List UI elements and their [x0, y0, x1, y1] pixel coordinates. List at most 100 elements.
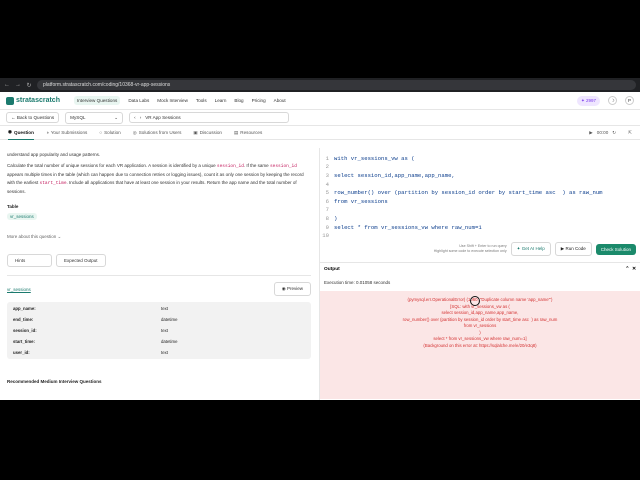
nav-interview-questions[interactable]: Interview Questions [73, 96, 121, 105]
hint-buttons: Hints Expected Output [7, 254, 311, 267]
tab-label: Resources [240, 130, 263, 135]
tab-solution[interactable]: ○ Solution [99, 126, 120, 140]
code-line: 7 [320, 206, 640, 215]
tab-label: Solution [104, 130, 121, 135]
nav-tools[interactable]: Tools [196, 98, 207, 103]
hints-button[interactable]: Hints [7, 254, 52, 267]
line-text: with vr_sessions_vw as ( [334, 154, 415, 162]
url-text: platform.stratascratch.com/coding/10368-… [43, 82, 171, 88]
points-value: 2997 [585, 97, 596, 103]
table-heading: Table [7, 204, 19, 209]
table-tag[interactable]: vr_sessions [7, 213, 37, 220]
back-to-questions-button[interactable]: ← Back to Questions [6, 112, 60, 123]
logo[interactable]: stratascratch [6, 96, 60, 105]
question-toolbar: ← Back to Questions MySQL ⌄ ‹ › VR App Sess… [0, 110, 640, 126]
code-line: 9 select * from vr_sessions_vw where raw_… [320, 223, 640, 232]
column-type: text [161, 328, 168, 333]
timer: ▶ 00:00 ↻ [589, 130, 616, 136]
line-text: select * from vr_sessions_vw where raw_n… [334, 223, 482, 231]
solution-icon: ○ [99, 130, 103, 135]
reset-icon[interactable]: ↻ [612, 130, 616, 136]
column-type: text [161, 306, 168, 311]
table-name-link[interactable]: vr_sessions [7, 287, 31, 292]
chevron-down-icon: ⌄ [114, 114, 119, 120]
chevron-left-icon[interactable]: ‹ [134, 115, 136, 120]
avatar[interactable]: P [625, 96, 634, 105]
code-editor[interactable]: 1 with vr_sessions_vw as ( 2 3 select sess… [320, 148, 640, 240]
mouse-cursor-highlight [470, 296, 480, 306]
close-icon[interactable]: ✕ [632, 267, 636, 272]
forward-arrow-icon[interactable]: → [15, 82, 21, 88]
play-icon: ▶ [560, 246, 565, 251]
check-solution-button[interactable]: Check Solution [595, 243, 636, 255]
column-name: start_time: [13, 339, 35, 344]
tab-solutions-from-users[interactable]: ◎ Solutions from Users [133, 126, 182, 140]
hint-line: Highlight some code to execute selection… [433, 249, 507, 253]
expected-output-button[interactable]: Expected Output [56, 254, 106, 267]
top-nav: stratascratch Interview Questions Data L… [0, 92, 640, 110]
column-type: text [161, 350, 168, 355]
nav-pricing[interactable]: Pricing [252, 98, 266, 103]
chevron-right-icon[interactable]: › [140, 115, 142, 120]
tab-discussion[interactable]: ▣ Discussion [193, 126, 222, 140]
line-text: row_number() over (partition by session_… [334, 189, 603, 197]
back-arrow-icon[interactable]: ← [4, 82, 10, 88]
tab-label: Solutions from Users [138, 130, 182, 135]
line-number: 3 [325, 171, 329, 179]
run-hint: Use Shift + Enter to run query Highlight … [434, 244, 507, 254]
more-about-question[interactable]: More about this question ⌄ [7, 234, 311, 240]
chevron-up-icon[interactable]: ⌃ [625, 267, 629, 272]
table-row: start_time: datetime [7, 336, 311, 347]
column-type: datetime [161, 339, 178, 344]
code-line: 3 select session_id,app_name,app_name, [320, 171, 640, 180]
code-line: 10 [320, 231, 640, 240]
expand-icon[interactable]: ⇱ [628, 130, 632, 136]
nav-data-labs[interactable]: Data Labs [128, 98, 149, 103]
code-line: 4 [320, 180, 640, 189]
address-bar[interactable]: platform.stratascratch.com/coding/10368-… [37, 80, 636, 90]
sparkle-icon: ✦ [516, 246, 521, 251]
line-number: 1 [325, 154, 329, 162]
preview-label: Preview [286, 286, 303, 291]
line-number: 10 [322, 232, 329, 240]
column-type: datetime [161, 317, 178, 322]
line-number: 7 [325, 206, 329, 214]
get-ai-help-button[interactable]: ✦ Get AI Help [510, 242, 551, 256]
tab-your-submissions[interactable]: ◑ Your Submissions [46, 126, 87, 140]
points-badge[interactable]: ✦ 2997 [576, 95, 600, 106]
theme-toggle-icon[interactable]: ☽ [608, 96, 617, 105]
language-select[interactable]: MySQL ⌄ [65, 111, 124, 124]
line-text: select session_id,app_name,app_name, [334, 171, 455, 179]
nav-learn[interactable]: Learn [215, 98, 227, 103]
table-row: app_name: text [7, 303, 311, 314]
table-header: vr_sessions ◉ Preview [7, 282, 311, 296]
reload-icon[interactable]: ↻ [26, 82, 32, 89]
line-text: ) [334, 214, 338, 222]
inline-code: session_id [269, 164, 297, 169]
table-row: end_time: datetime [7, 314, 311, 325]
preview-button[interactable]: ◉ Preview [273, 282, 311, 296]
nav-about[interactable]: About [274, 98, 286, 103]
nav-blog[interactable]: Blog [234, 98, 243, 103]
output-controls: ⌃ ✕ [625, 267, 636, 272]
logo-text: stratascratch [16, 97, 60, 104]
play-icon[interactable]: ▶ [589, 130, 593, 136]
tab-resources[interactable]: ▤ Resources [234, 126, 262, 140]
users-icon: ◎ [132, 129, 137, 135]
nav-mock-interview[interactable]: Mock Interview [157, 98, 188, 103]
tab-label: Question [14, 129, 34, 135]
timer-value: 00:00 [596, 130, 609, 135]
run-code-button[interactable]: ▶ Run Code [554, 242, 592, 256]
divider [7, 275, 311, 276]
question-selector[interactable]: ‹ › VR App Sessions [129, 112, 290, 123]
line-number: 5 [325, 189, 329, 197]
tab-question[interactable]: ◉ Question [8, 126, 34, 140]
recommended-heading: Recommended Medium Interview Questions [7, 379, 102, 384]
column-name: user_id: [13, 350, 30, 355]
question-body: Calculate the total number of unique ses… [7, 162, 311, 196]
question-tabs: ◉ Question ◑ Your Submissions ○ Solution ◎ S… [0, 126, 640, 140]
line-text: from vr_sessions [334, 197, 388, 205]
column-name: end_time: [13, 317, 34, 322]
question-title: VR App Sessions [145, 115, 181, 120]
editor-pane: 1 with vr_sessions_vw as ( 2 3 select sess… [319, 148, 640, 400]
